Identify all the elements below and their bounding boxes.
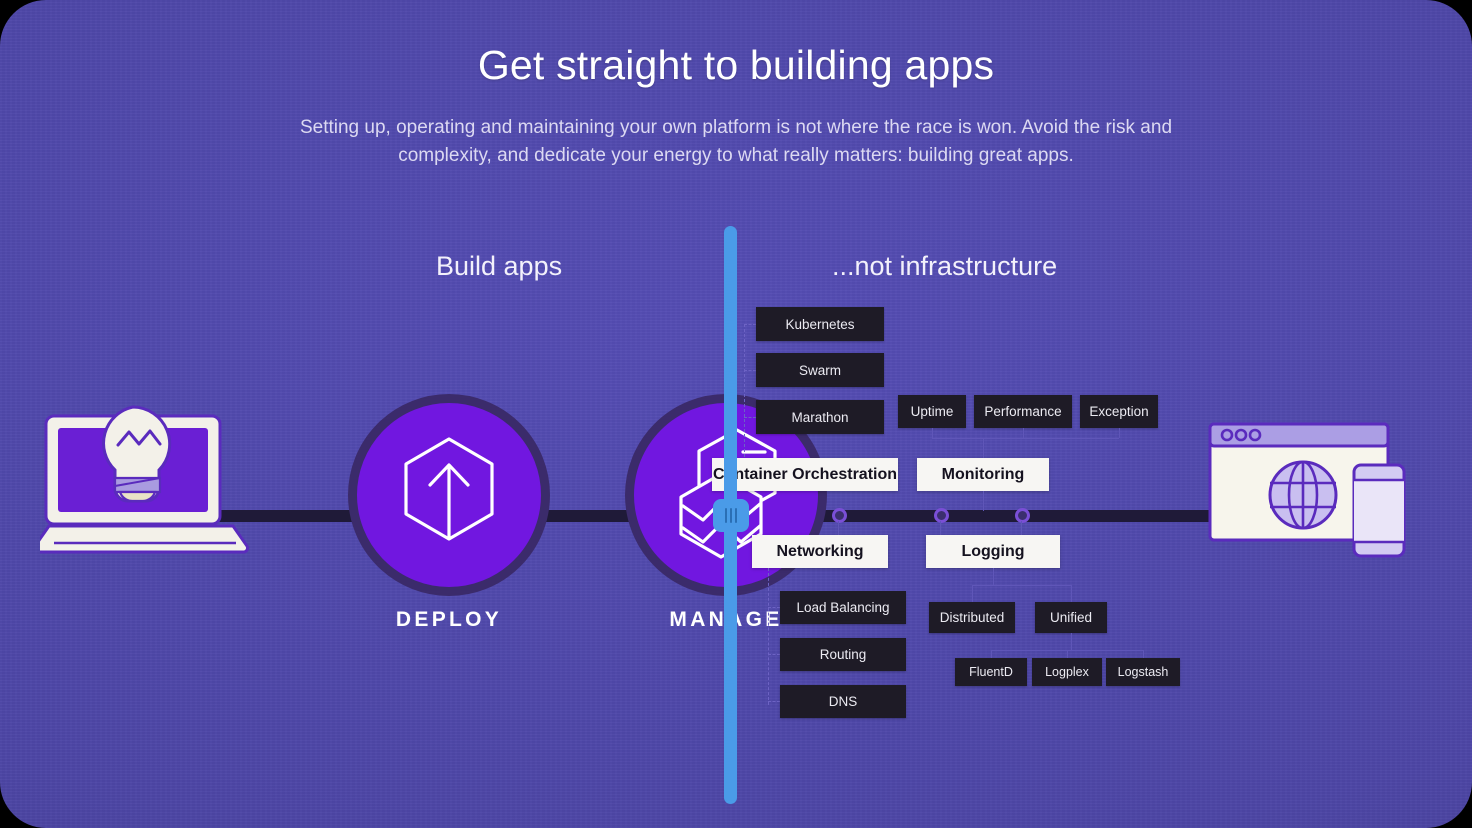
infra-category-networking[interactable]: Networking bbox=[752, 535, 888, 568]
connector bbox=[972, 585, 1071, 587]
infra-node-marathon[interactable]: Marathon bbox=[756, 400, 884, 434]
connector bbox=[972, 585, 974, 602]
grip-handle-icon bbox=[730, 508, 732, 523]
connector bbox=[768, 568, 770, 705]
connector bbox=[1119, 428, 1121, 438]
infra-node-routing[interactable]: Routing bbox=[780, 638, 906, 671]
connector bbox=[1021, 521, 1023, 535]
infra-category-logging[interactable]: Logging bbox=[926, 535, 1060, 568]
infra-node-performance[interactable]: Performance bbox=[974, 395, 1072, 428]
connector bbox=[1071, 633, 1073, 650]
infra-category-container-orchestration[interactable]: Container Orchestration bbox=[712, 458, 898, 491]
connector bbox=[744, 417, 756, 419]
connector bbox=[1023, 428, 1025, 438]
hero-card: Get straight to building apps Setting up… bbox=[0, 0, 1472, 828]
grip-handle-icon bbox=[725, 508, 727, 523]
infra-node-distributed[interactable]: Distributed bbox=[929, 602, 1015, 633]
connector bbox=[993, 568, 995, 585]
connector bbox=[768, 701, 780, 703]
connector bbox=[838, 521, 840, 535]
connector bbox=[768, 654, 780, 656]
connector bbox=[744, 324, 746, 462]
infra-node-load-balancing[interactable]: Load Balancing bbox=[780, 591, 906, 624]
connector bbox=[744, 324, 756, 326]
infra-node-exception[interactable]: Exception bbox=[1080, 395, 1158, 428]
connector bbox=[940, 521, 942, 535]
infra-category-monitoring[interactable]: Monitoring bbox=[917, 458, 1049, 491]
infra-node-dns[interactable]: DNS bbox=[780, 685, 906, 718]
connector bbox=[983, 438, 985, 458]
infra-node-swarm[interactable]: Swarm bbox=[756, 353, 884, 387]
connector bbox=[932, 438, 1119, 440]
infra-node-fluentd[interactable]: FluentD bbox=[955, 658, 1027, 686]
infra-node-logplex[interactable]: Logplex bbox=[1032, 658, 1102, 686]
infra-node-unified[interactable]: Unified bbox=[1035, 602, 1107, 633]
connector bbox=[932, 428, 934, 438]
connector bbox=[768, 607, 780, 609]
comparison-slider-handle[interactable] bbox=[713, 499, 749, 532]
infra-node-uptime[interactable]: Uptime bbox=[898, 395, 966, 428]
grip-handle-icon bbox=[735, 508, 737, 523]
infra-node-kubernetes[interactable]: Kubernetes bbox=[756, 307, 884, 341]
infra-node-logstash[interactable]: Logstash bbox=[1106, 658, 1180, 686]
connector bbox=[744, 370, 756, 372]
connector bbox=[1071, 585, 1073, 602]
connector bbox=[983, 491, 985, 511]
